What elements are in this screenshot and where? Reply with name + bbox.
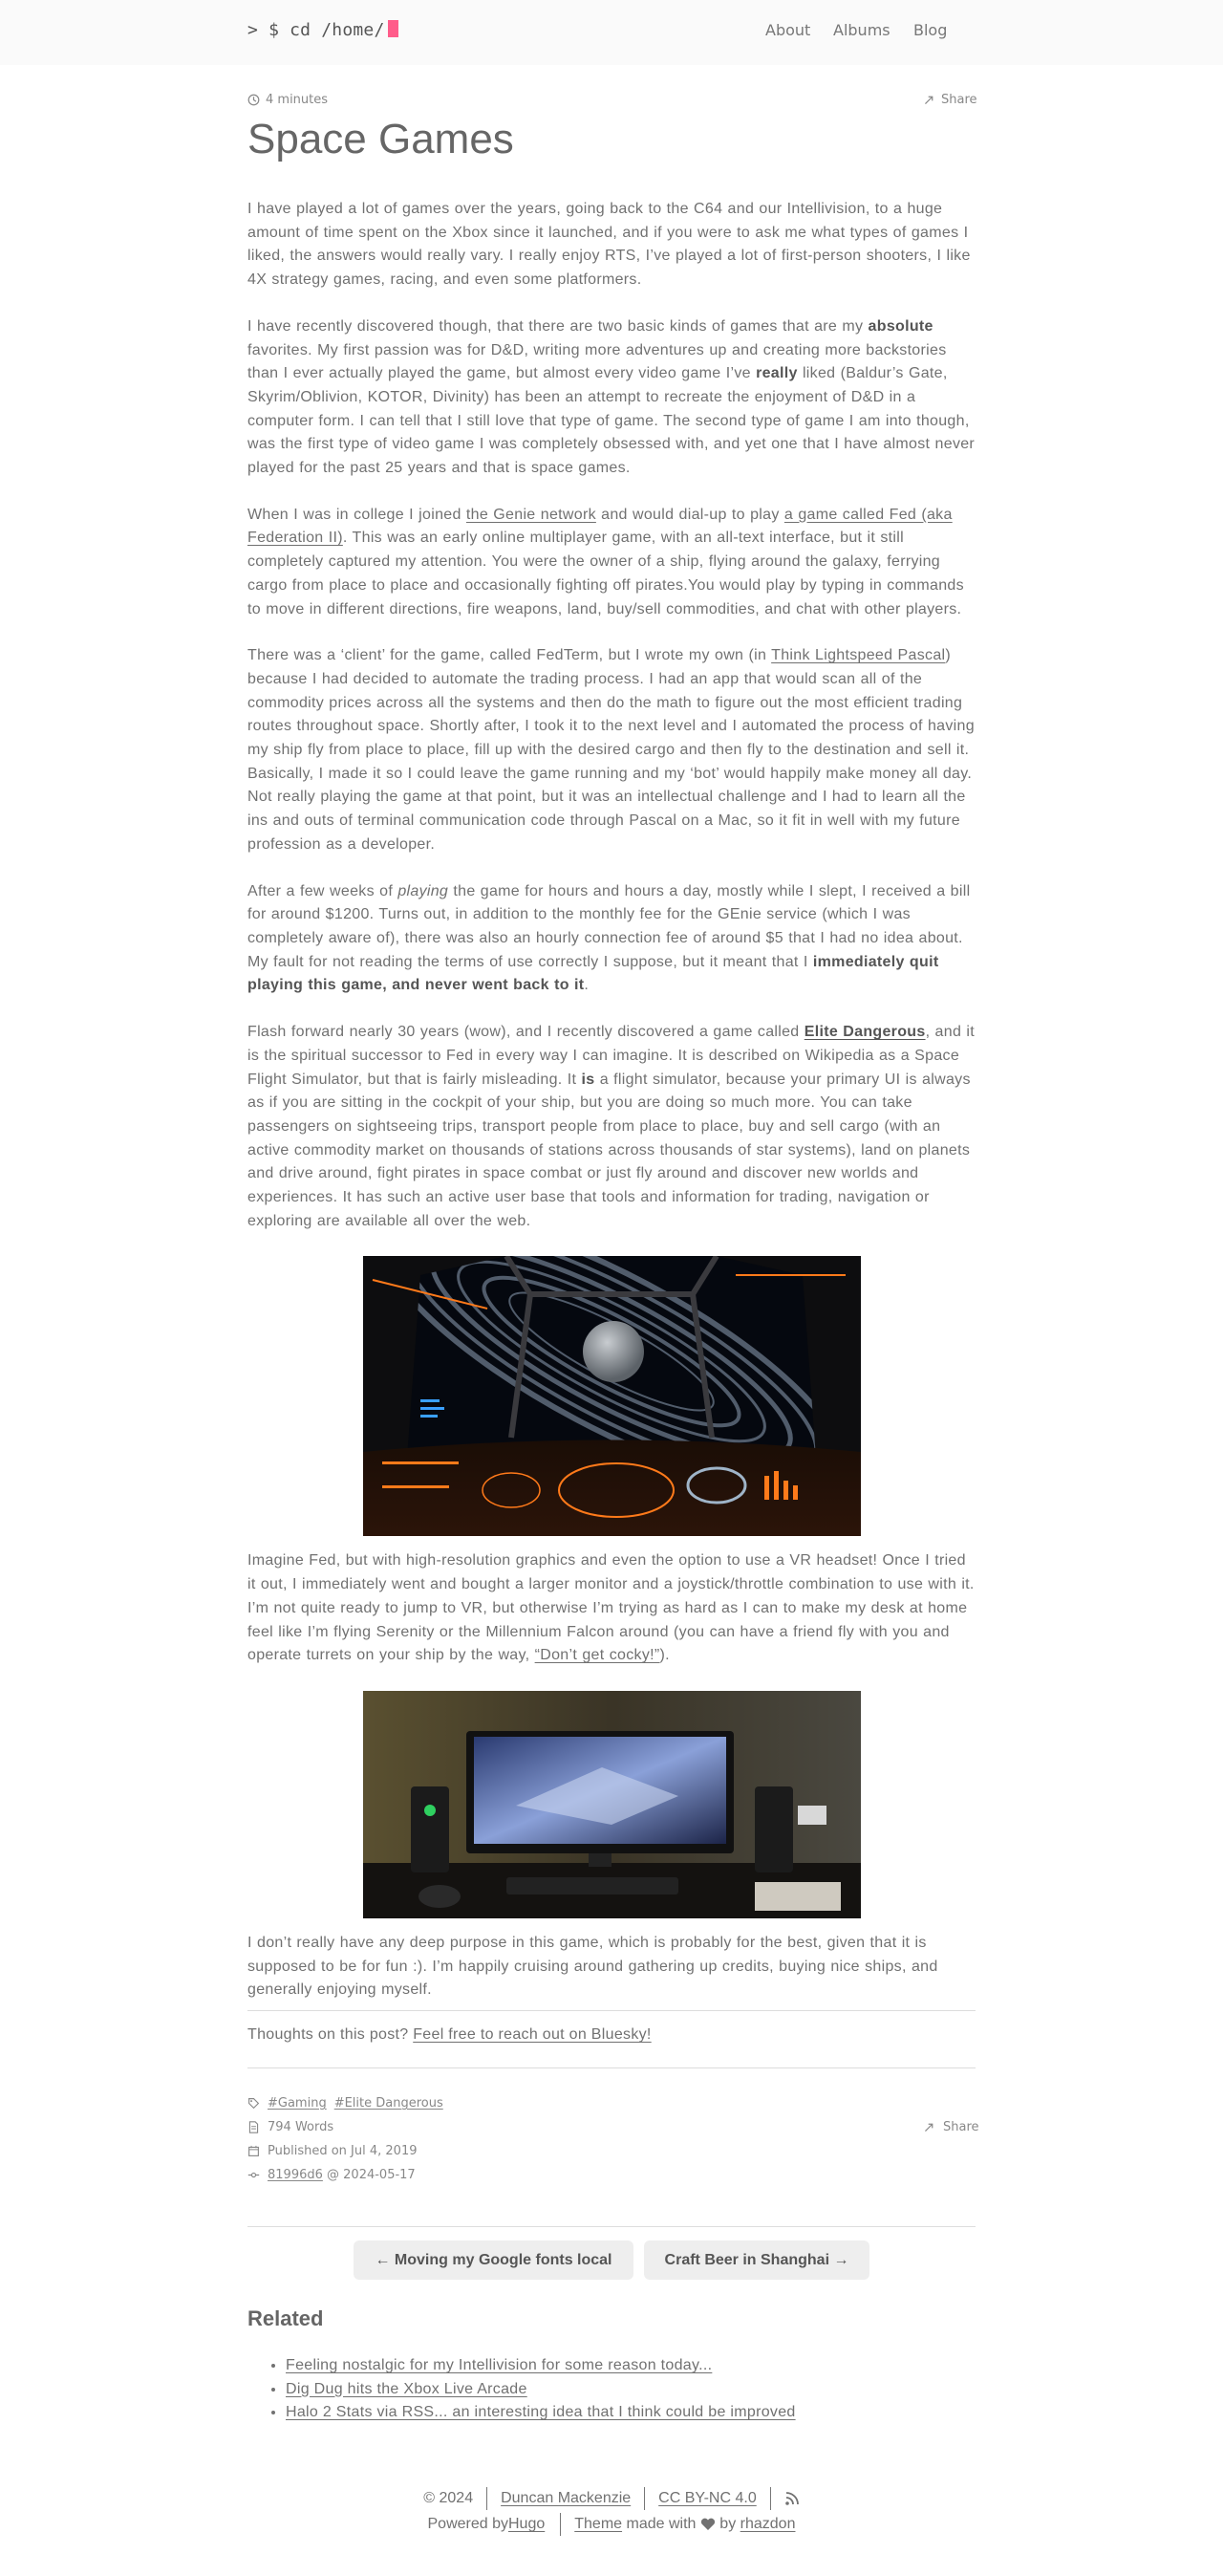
tag-gaming[interactable]: #Gaming bbox=[268, 2096, 327, 2111]
previous-post-button[interactable]: ← Moving my Google fonts local bbox=[354, 2240, 633, 2280]
paragraph-3: When I was in college I joined the Genie… bbox=[247, 504, 976, 622]
git-commit-icon bbox=[247, 2172, 260, 2178]
published-text: Published on Jul 4, 2019 bbox=[268, 2144, 418, 2158]
divider-top bbox=[247, 2010, 976, 2011]
share-label: Share bbox=[941, 93, 977, 107]
commit-date: @ 2024-05-17 bbox=[322, 2168, 416, 2182]
next-post-button[interactable]: Craft Beer in Shanghai → bbox=[644, 2240, 869, 2280]
related-link-halo-2[interactable]: Halo 2 Stats via RSS... an interesting i… bbox=[286, 2404, 796, 2420]
heart-icon bbox=[700, 2518, 715, 2530]
share-button-top[interactable]: Share bbox=[923, 93, 977, 107]
clock-icon bbox=[247, 94, 260, 106]
separator bbox=[769, 2487, 771, 2510]
license-link[interactable]: CC BY-NC 4.0 bbox=[658, 2490, 757, 2507]
related-link-intellivision[interactable]: Feeling nostalgic for my Intellivision f… bbox=[286, 2357, 712, 2373]
text: After a few weeks of bbox=[247, 882, 398, 899]
text: . bbox=[584, 977, 590, 994]
nav-blog[interactable]: Blog bbox=[913, 21, 947, 39]
list-item: Feeling nostalgic for my Intellivision f… bbox=[286, 2354, 796, 2378]
post-content: I have played a lot of games over the ye… bbox=[247, 198, 976, 2025]
thoughts-line: Thoughts on this post? Feel free to reac… bbox=[247, 2026, 652, 2044]
terminal-cursor-icon bbox=[388, 20, 399, 37]
text: ) because I had decided to automate the … bbox=[247, 647, 975, 853]
text: a flight simulator, because your primary… bbox=[247, 1071, 971, 1229]
theme-author-link[interactable]: rhazdon bbox=[740, 2516, 796, 2533]
paragraph-5: After a few weeks of playing the game fo… bbox=[247, 880, 976, 999]
tag-icon bbox=[248, 2098, 260, 2110]
related-heading: Related bbox=[247, 2306, 324, 2330]
separator bbox=[644, 2487, 646, 2510]
text: liked (Baldur’s Gate, Skyrim/Oblivion, K… bbox=[247, 365, 976, 477]
dont-get-cocky-link[interactable]: “Don’t get cocky!” bbox=[535, 1647, 660, 1663]
emphasis-playing: playing bbox=[397, 882, 449, 899]
author-link[interactable]: Duncan Mackenzie bbox=[501, 2490, 631, 2507]
footer-line-2: Powered by Hugo Theme made with by rhazd… bbox=[0, 2513, 1223, 2536]
text: There was a ‘client’ for the game, calle… bbox=[247, 647, 772, 664]
rss-icon[interactable] bbox=[784, 2491, 800, 2506]
elite-dangerous-link[interactable]: Elite Dangerous bbox=[805, 1024, 926, 1040]
powered-prefix: Powered by bbox=[427, 2516, 509, 2532]
word-count: 794 Words bbox=[247, 2120, 333, 2134]
word-count-text: 794 Words bbox=[268, 2120, 334, 2134]
theme-by: by bbox=[715, 2516, 740, 2532]
hugo-link[interactable]: Hugo bbox=[508, 2516, 545, 2533]
text: I have recently discovered though, that … bbox=[247, 317, 869, 335]
reading-time-text: 4 minutes bbox=[266, 93, 329, 107]
site-logo[interactable]: > $ cd /home/ bbox=[247, 20, 399, 40]
share-icon bbox=[925, 2123, 933, 2132]
commit-info: 81996d6 @ 2024-05-17 bbox=[247, 2168, 416, 2182]
text: . This was an early online multiplayer g… bbox=[247, 530, 964, 617]
thoughts-prefix: Thoughts on this post? bbox=[247, 2026, 414, 2043]
share-button-bottom[interactable]: Share bbox=[923, 2120, 979, 2134]
document-icon bbox=[248, 2121, 259, 2133]
paragraph-7: Imagine Fed, but with high-resolution gr… bbox=[247, 1549, 976, 1668]
reading-time: 4 minutes bbox=[247, 93, 328, 107]
text: When I was in college I joined bbox=[247, 506, 466, 523]
theme-link[interactable]: Theme bbox=[574, 2516, 622, 2533]
text: Flash forward nearly 30 years (wow), and… bbox=[247, 1024, 805, 1041]
text: ). bbox=[659, 1647, 670, 1664]
desk-setup-image bbox=[362, 1690, 861, 1918]
nav-about[interactable]: About bbox=[765, 21, 810, 39]
desk-illustration bbox=[362, 1690, 861, 1918]
theme-middle: made with bbox=[622, 2516, 700, 2532]
list-item: Halo 2 Stats via RSS... an interesting i… bbox=[286, 2401, 796, 2425]
calendar-icon bbox=[248, 2145, 259, 2156]
text: and would dial-up to play bbox=[595, 506, 784, 523]
divider-bottom bbox=[247, 2067, 976, 2068]
genie-network-link[interactable]: the Genie network bbox=[466, 507, 596, 523]
separator bbox=[560, 2513, 562, 2536]
nav-albums[interactable]: Albums bbox=[833, 21, 890, 39]
top-bar: > $ cd /home/ About Albums Blog bbox=[0, 0, 1223, 65]
bluesky-link[interactable]: Feel free to reach out on Bluesky! bbox=[413, 2026, 651, 2043]
share-label: Share bbox=[943, 2120, 979, 2134]
cockpit-illustration bbox=[362, 1256, 861, 1537]
post-title: Space Games bbox=[247, 116, 514, 162]
elite-dangerous-cockpit-image bbox=[362, 1256, 861, 1537]
emphasis-really: really bbox=[756, 365, 798, 382]
paragraph-1: I have played a lot of games over the ye… bbox=[247, 201, 971, 289]
paragraph-6: Flash forward nearly 30 years (wow), and… bbox=[247, 1021, 976, 1233]
copyright: © 2024 bbox=[423, 2490, 474, 2506]
emphasis-is: is bbox=[581, 1071, 595, 1088]
list-item: Dig Dug hits the Xbox Live Arcade bbox=[286, 2378, 796, 2402]
tags-row: #Gaming #Elite Dangerous bbox=[247, 2096, 443, 2111]
related-link-dig-dug[interactable]: Dig Dug hits the Xbox Live Arcade bbox=[286, 2381, 527, 2397]
divider-pager bbox=[247, 2226, 976, 2227]
lightspeed-pascal-link[interactable]: Think Lightspeed Pascal bbox=[771, 647, 945, 663]
paragraph-4: There was a ‘client’ for the game, calle… bbox=[247, 644, 976, 856]
related-list: Feeling nostalgic for my Intellivision f… bbox=[286, 2354, 796, 2425]
paragraph-8: I don’t really have any deep purpose in … bbox=[247, 1934, 938, 1999]
emphasis-absolute: absolute bbox=[868, 317, 933, 335]
tag-elite-dangerous[interactable]: #Elite Dangerous bbox=[334, 2096, 443, 2111]
published-date: Published on Jul 4, 2019 bbox=[247, 2144, 417, 2158]
commit-text: 81996d6 @ 2024-05-17 bbox=[268, 2168, 416, 2182]
separator bbox=[486, 2487, 488, 2510]
site-logo-text: > $ cd /home/ bbox=[247, 20, 385, 40]
paragraph-2: I have recently discovered though, that … bbox=[247, 315, 976, 481]
footer-line-1: © 2024 Duncan Mackenzie CC BY-NC 4.0 bbox=[0, 2487, 1223, 2510]
commit-hash-link[interactable]: 81996d6 bbox=[268, 2168, 323, 2182]
share-icon bbox=[925, 96, 933, 104]
